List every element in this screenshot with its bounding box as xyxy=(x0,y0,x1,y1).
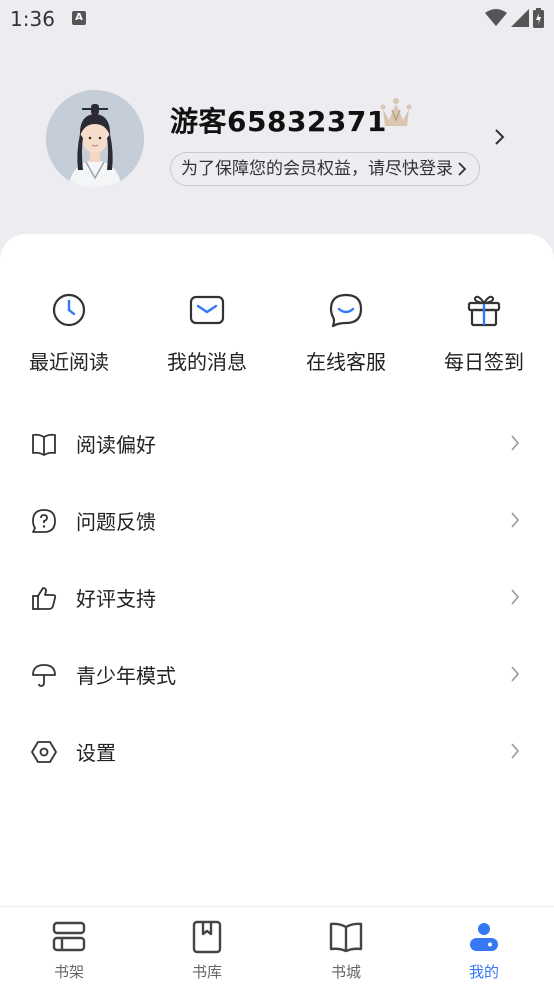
clock-icon xyxy=(52,293,86,327)
tab-bookshelf[interactable]: 书架 xyxy=(0,907,138,982)
thumbs-up-icon xyxy=(32,587,57,610)
shortcut-label: 我的消息 xyxy=(167,350,247,374)
tab-mine[interactable]: 我的 xyxy=(415,907,553,982)
wifi-icon xyxy=(485,9,507,26)
username: 游客65832371 xyxy=(170,105,387,138)
shortcut-recent-reading[interactable]: 最近阅读 xyxy=(0,290,138,375)
menu-item-reading-preference[interactable]: 阅读偏好 xyxy=(0,405,554,482)
chevron-right-icon xyxy=(511,512,520,528)
chat-icon xyxy=(329,293,363,328)
menu-item-rate-support[interactable]: 好评支持 xyxy=(0,559,554,636)
status-icons xyxy=(485,8,544,28)
status-bar: 1:36 A xyxy=(0,0,554,40)
question-icon xyxy=(32,509,56,533)
avatar-illustration xyxy=(46,90,144,188)
envelope-icon xyxy=(189,295,225,325)
bottom-tab-bar: 书架 书库 书城 我的 xyxy=(0,906,554,985)
menu-item-label: 问题反馈 xyxy=(76,510,156,534)
signal-icon xyxy=(511,9,529,27)
chevron-right-icon xyxy=(511,666,520,682)
shortcut-daily-checkin[interactable]: 每日签到 xyxy=(415,290,553,375)
open-book-icon xyxy=(329,922,363,953)
status-time: 1:36 xyxy=(10,7,55,31)
gift-icon xyxy=(467,295,501,327)
chevron-right-icon xyxy=(511,435,520,451)
tab-label: 书城 xyxy=(330,963,361,981)
profile-header[interactable]: 游客65832371 为了保障您的会员权益，请尽快登录 xyxy=(0,40,554,240)
shortcut-label: 最近阅读 xyxy=(29,350,109,374)
library-icon xyxy=(192,920,222,954)
chevron-right-icon xyxy=(458,162,467,176)
profile-icon xyxy=(470,923,498,951)
shortcut-customer-service[interactable]: 在线客服 xyxy=(277,290,415,375)
chevron-right-icon xyxy=(511,743,520,759)
tab-bookstore[interactable]: 书城 xyxy=(277,907,415,982)
vip-crown-icon xyxy=(380,98,412,126)
shortcut-messages[interactable]: 我的消息 xyxy=(138,290,276,375)
battery-icon xyxy=(533,8,544,28)
login-prompt-label: 为了保障您的会员权益，请尽快登录 xyxy=(181,159,453,179)
book-icon xyxy=(32,433,56,456)
tab-label: 我的 xyxy=(468,963,499,981)
menu-item-feedback[interactable]: 问题反馈 xyxy=(0,482,554,559)
tab-label: 书架 xyxy=(53,963,84,981)
bookshelf-icon xyxy=(52,921,86,952)
menu-item-teen-mode[interactable]: 青少年模式 xyxy=(0,636,554,713)
shortcut-row: 最近阅读 我的消息 在线客服 每日签到 xyxy=(0,290,554,380)
umbrella-icon xyxy=(32,664,56,687)
menu-item-label: 好评支持 xyxy=(76,587,156,611)
avatar[interactable] xyxy=(46,90,144,188)
menu-item-label: 青少年模式 xyxy=(76,664,176,688)
shortcut-label: 每日签到 xyxy=(444,350,524,374)
content-card: 最近阅读 我的消息 在线客服 每日签到 阅读偏好 问题反馈 好评支持 青少年模式… xyxy=(0,234,554,906)
login-prompt-button[interactable]: 为了保障您的会员权益，请尽快登录 xyxy=(170,152,480,186)
profile-chevron-icon[interactable] xyxy=(494,128,506,146)
settings-menu: 阅读偏好 问题反馈 好评支持 青少年模式 设置 xyxy=(0,405,554,790)
notification-icon: A xyxy=(72,11,86,25)
menu-item-label: 阅读偏好 xyxy=(76,433,156,457)
tab-library[interactable]: 书库 xyxy=(138,907,276,982)
menu-item-settings[interactable]: 设置 xyxy=(0,713,554,790)
settings-icon xyxy=(31,741,57,763)
chevron-right-icon xyxy=(511,589,520,605)
shortcut-label: 在线客服 xyxy=(306,350,386,374)
menu-item-label: 设置 xyxy=(76,741,116,765)
tab-label: 书库 xyxy=(191,963,222,981)
